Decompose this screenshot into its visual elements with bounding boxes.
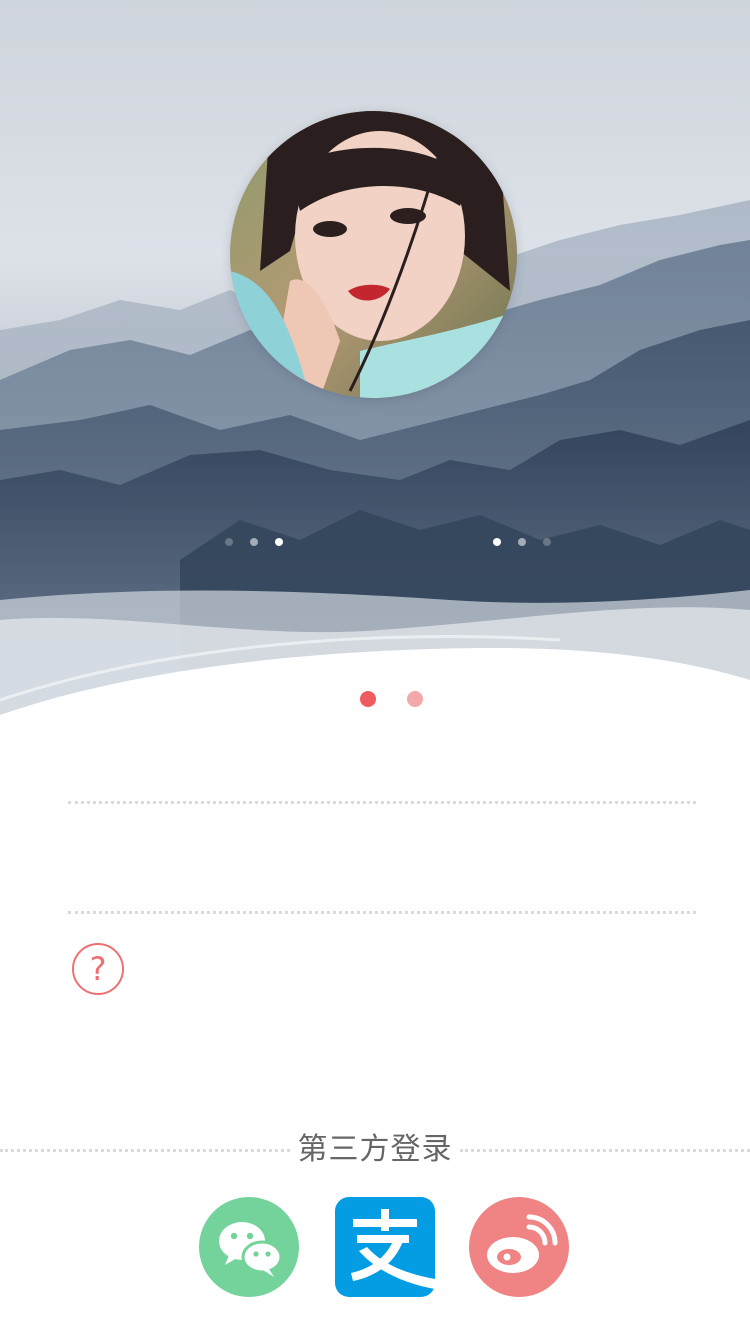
third-party-login-divider: 第三方登录: [0, 1130, 750, 1170]
username-underline: [68, 801, 696, 804]
alipay-icon: [335, 1197, 435, 1297]
slider-dot: [225, 538, 233, 546]
password-underline: [68, 911, 696, 914]
hero-banner: [0, 0, 750, 730]
pager-dot[interactable]: [407, 691, 423, 707]
divider-line: [460, 1149, 750, 1152]
pager-dot-active[interactable]: [360, 691, 376, 707]
question-mark-icon[interactable]: ?: [72, 943, 124, 995]
slider-dot: [543, 538, 551, 546]
slider-dot: [250, 538, 258, 546]
wechat-login-button[interactable]: [199, 1197, 299, 1297]
password-field[interactable]: [68, 850, 696, 910]
user-avatar-photo: [230, 111, 517, 398]
username-input[interactable]: [68, 740, 696, 800]
slider-dot-active: [275, 538, 283, 546]
weibo-icon: [469, 1197, 569, 1297]
slider-dot-active: [493, 538, 501, 546]
third-party-login-label: 第三方登录: [297, 1132, 453, 1167]
user-avatar[interactable]: [230, 111, 517, 398]
slider-dot: [518, 538, 526, 546]
wechat-icon: [199, 1197, 299, 1297]
password-input[interactable]: [68, 850, 696, 910]
weibo-login-button[interactable]: [469, 1197, 569, 1297]
username-field[interactable]: [68, 740, 696, 800]
alipay-login-button[interactable]: [335, 1197, 435, 1297]
divider-line: [0, 1149, 290, 1152]
